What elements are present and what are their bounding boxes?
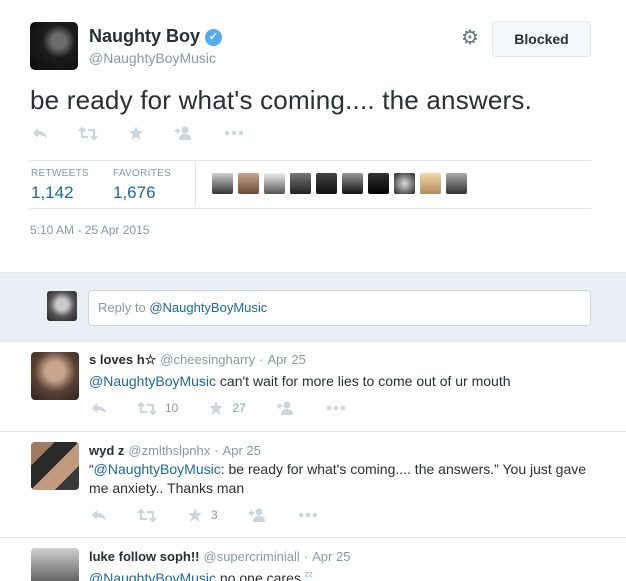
reply-tweet: s loves h☆ @cheesingharry · Apr 25 @Naughty… [0, 342, 626, 432]
reply-prefix: Reply to [98, 300, 150, 315]
tweet-text: be ready for what's coming.... the answe… [30, 85, 533, 115]
retweets-count[interactable]: 1,142 [31, 183, 74, 203]
more-icon[interactable] [298, 512, 318, 518]
more-icon[interactable] [326, 405, 346, 411]
reply-mention[interactable]: @NaughtyBoyMusic [89, 373, 216, 389]
reply-composer: Reply to @NaughtyBoyMusic [0, 272, 626, 342]
follow-icon[interactable] [248, 508, 268, 522]
reply-text: @NaughtyBoyMusic can't wait for more lie… [89, 372, 589, 391]
favorites-label: FAVORITES [113, 168, 172, 179]
favoriter-avatar[interactable] [290, 173, 311, 194]
reply-date[interactable]: Apr 25 [312, 549, 350, 564]
author-name-text[interactable]: Naughty Boy [89, 26, 200, 46]
reply-icon[interactable] [91, 509, 107, 521]
reply-avatar[interactable] [31, 442, 79, 490]
reply-actions: 10 27 [91, 400, 376, 416]
more-icon[interactable] [224, 130, 244, 136]
reply-dot: · [214, 443, 219, 458]
favoriter-avatar[interactable] [316, 173, 337, 194]
reply-author-name[interactable]: wyd z [89, 443, 124, 458]
reply-mention[interactable]: @NaughtyBoyMusic [94, 461, 221, 477]
reply-tweet: wyd z @zmlthslpnhx · Apr 25 “@NaughtyBoyMus… [0, 432, 626, 538]
reply-body: can't wait for more lies to come out of … [216, 373, 511, 389]
reply-tweet: luke follow soph!! @supercriminiall · Apr 2… [0, 538, 626, 581]
reply-dot: · [303, 549, 309, 564]
favoriter-avatars [212, 173, 472, 194]
divider [30, 160, 591, 161]
tweet-actions [32, 125, 274, 141]
reply-date[interactable]: Apr 25 [268, 352, 306, 367]
favoriter-avatar[interactable] [368, 173, 389, 194]
retweet-icon[interactable]: 10 [137, 401, 178, 415]
reply-mention[interactable]: @NaughtyBoyMusic [89, 570, 216, 581]
author-avatar[interactable] [30, 22, 78, 70]
reply-dot: · [259, 352, 264, 367]
retweet-count: 10 [165, 401, 179, 415]
favoriter-avatar[interactable] [446, 173, 467, 194]
favorite-count: 27 [232, 401, 246, 415]
reply-author-handle[interactable]: @cheesingharry [160, 352, 255, 367]
favoriter-avatar[interactable] [212, 173, 233, 194]
follow-icon[interactable] [174, 126, 194, 140]
follow-icon[interactable] [276, 401, 296, 415]
blocked-button[interactable]: Blocked [492, 21, 591, 57]
favoriter-avatar[interactable] [342, 173, 363, 194]
reply-mention: @NaughtyBoyMusic [149, 300, 268, 315]
retweets-label: RETWEETS [31, 168, 89, 179]
reply-avatar[interactable] [31, 548, 79, 581]
reply-icon[interactable] [32, 127, 48, 139]
retweet-icon[interactable] [137, 508, 157, 522]
divider [30, 208, 591, 209]
favorite-count: 3 [211, 508, 218, 522]
current-user-avatar [47, 291, 77, 321]
reply-input[interactable]: Reply to @NaughtyBoyMusic [88, 290, 591, 326]
reply-icon[interactable] [91, 402, 107, 414]
favoriter-avatar[interactable] [264, 173, 285, 194]
reply-header: s loves h☆ @cheesingharry · Apr 25 [89, 352, 306, 368]
reply-date[interactable]: Apr 25 [223, 443, 261, 458]
reply-author-name[interactable]: s loves h☆ [89, 352, 156, 367]
favorites-count[interactable]: 1,676 [113, 183, 156, 203]
reply-author-name[interactable]: luke follow soph!! [89, 549, 200, 564]
favoriter-avatar[interactable] [394, 173, 415, 194]
reply-header: luke follow soph!! @supercriminiall · Apr 2… [89, 549, 350, 564]
gear-icon[interactable]: ⚙ [458, 26, 482, 50]
favoriter-avatar[interactable] [238, 173, 259, 194]
divider [195, 162, 196, 206]
reply-author-handle[interactable]: @supercriminiall [204, 549, 300, 564]
verified-icon: ✓ [205, 29, 223, 46]
favorite-icon[interactable]: 27 [208, 400, 246, 416]
reply-body: no one cares [216, 570, 301, 581]
reply-emoji: ᶻᶻ [304, 570, 313, 581]
tweet-timestamp[interactable]: 5:10 AM - 25 Apr 2015 [30, 223, 149, 237]
author-name[interactable]: Naughty Boy ✓ [89, 26, 223, 47]
favorite-icon[interactable] [128, 125, 144, 141]
main-tweet: Naughty Boy ✓ @NaughtyBoyMusic ⚙ Blocked … [0, 0, 626, 272]
reply-text: “@NaughtyBoyMusic: be ready for what's c… [89, 460, 589, 498]
favoriter-avatar[interactable] [420, 173, 441, 194]
reply-avatar[interactable] [31, 352, 79, 400]
reply-text: @NaughtyBoyMusic no one cares ᶻᶻ [89, 567, 589, 581]
reply-author-handle[interactable]: @zmlthslpnhx [128, 443, 210, 458]
author-handle[interactable]: @NaughtyBoyMusic [89, 50, 216, 66]
favorite-icon[interactable]: 3 [187, 507, 218, 523]
reply-header: wyd z @zmlthslpnhx · Apr 25 [89, 443, 261, 458]
reply-actions: 3 [91, 507, 348, 523]
retweet-icon[interactable] [78, 126, 98, 140]
